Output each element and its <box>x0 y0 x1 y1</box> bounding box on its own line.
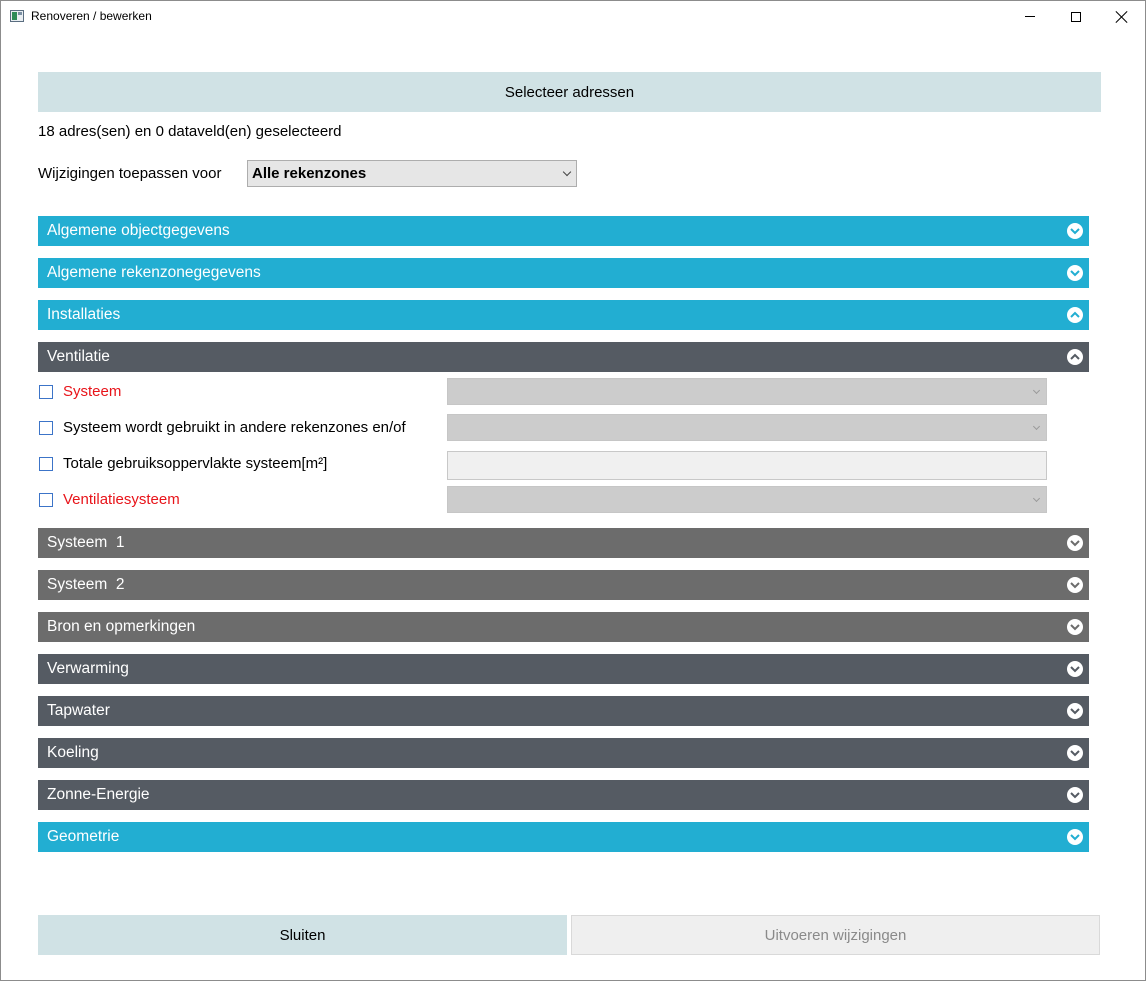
dialog-window: Renoveren / bewerken Selecteer adressen … <box>0 0 1146 981</box>
field-row-ventilatiesysteem: Ventilatiesysteem <box>38 486 1048 514</box>
section-algemene-objectgegevens[interactable]: Algemene objectgegevens <box>38 216 1089 246</box>
section-geometrie[interactable]: Geometrie <box>38 822 1089 852</box>
section-verwarming[interactable]: Verwarming <box>38 654 1089 684</box>
section-systeem-2[interactable]: Systeem 2 <box>38 570 1089 600</box>
chevron-down-icon[interactable] <box>1067 703 1083 719</box>
section-installaties[interactable]: Installaties <box>38 300 1089 330</box>
chevron-up-icon[interactable] <box>1067 349 1083 365</box>
chevron-down-icon <box>562 167 572 177</box>
field-row-gebruikt-andere: Systeem wordt gebruikt in andere rekenzo… <box>38 414 1048 442</box>
systeem-checkbox[interactable] <box>39 385 53 399</box>
section-label: Algemene objectgegevens <box>47 222 230 239</box>
close-window-button[interactable] <box>1099 1 1145 32</box>
apply-changes-button[interactable]: Uitvoeren wijzigingen <box>571 915 1100 955</box>
close-button[interactable]: Sluiten <box>38 915 567 955</box>
section-label: Ventilatie <box>47 348 110 365</box>
chevron-down-icon <box>1032 386 1041 395</box>
gebruiksoppervlakte-input[interactable] <box>447 451 1047 480</box>
section-tapwater[interactable]: Tapwater <box>38 696 1089 726</box>
section-label: Zonne-Energie <box>47 786 150 803</box>
ventilatiesysteem-select[interactable] <box>447 486 1047 513</box>
chevron-down-icon <box>1032 422 1041 431</box>
section-label: Bron en opmerkingen <box>47 618 196 635</box>
section-label: Geometrie <box>47 828 120 845</box>
section-ventilatie[interactable]: Ventilatie <box>38 342 1089 372</box>
section-label: Installaties <box>47 306 121 323</box>
maximize-button[interactable] <box>1053 1 1099 32</box>
minimize-icon <box>1025 16 1035 17</box>
selection-summary: 18 adres(sen) en 0 dataveld(en) geselect… <box>38 123 342 140</box>
section-algemene-rekenzonegegevens[interactable]: Algemene rekenzonegegevens <box>38 258 1089 288</box>
ventilatiesysteem-checkbox[interactable] <box>39 493 53 507</box>
maximize-icon <box>1071 11 1081 22</box>
section-label: Systeem 2 <box>47 576 125 593</box>
app-icon <box>10 10 24 22</box>
title-bar: Renoveren / bewerken <box>1 1 1145 32</box>
section-bron-en-opmerkingen[interactable]: Bron en opmerkingen <box>38 612 1089 642</box>
section-zonne-energie[interactable]: Zonne-Energie <box>38 780 1089 810</box>
apply-for-label: Wijzigingen toepassen voor <box>38 165 222 182</box>
chevron-down-icon[interactable] <box>1067 661 1083 677</box>
gebruikt-andere-checkbox[interactable] <box>39 421 53 435</box>
chevron-down-icon[interactable] <box>1067 619 1083 635</box>
section-label: Verwarming <box>47 660 129 677</box>
field-row-gebruiksoppervlakte: Totale gebruiksoppervlakte systeem[m²] <box>38 450 1048 480</box>
systeem-label: Systeem <box>63 383 122 400</box>
section-koeling[interactable]: Koeling <box>38 738 1089 768</box>
chevron-down-icon[interactable] <box>1067 535 1083 551</box>
chevron-down-icon[interactable] <box>1067 787 1083 803</box>
window-title: Renoveren / bewerken <box>31 9 152 23</box>
section-label: Systeem 1 <box>47 534 125 551</box>
chevron-down-icon[interactable] <box>1067 745 1083 761</box>
section-label: Algemene rekenzonegegevens <box>47 264 261 281</box>
gebruiksoppervlakte-label: Totale gebruiksoppervlakte systeem[m²] <box>63 455 328 472</box>
ventilatiesysteem-label: Ventilatiesysteem <box>63 491 180 508</box>
minimize-button[interactable] <box>1007 1 1053 32</box>
zone-select-value: Alle rekenzones <box>252 165 367 182</box>
select-addresses-button[interactable]: Selecteer adressen <box>38 72 1101 112</box>
chevron-up-icon[interactable] <box>1067 307 1083 323</box>
close-icon <box>1116 11 1128 23</box>
section-label: Tapwater <box>47 702 110 719</box>
field-row-systeem: Systeem <box>38 378 1048 406</box>
chevron-down-icon <box>1032 494 1041 503</box>
gebruiksoppervlakte-checkbox[interactable] <box>39 457 53 471</box>
systeem-select[interactable] <box>447 378 1047 405</box>
chevron-down-icon[interactable] <box>1067 265 1083 281</box>
section-label: Koeling <box>47 744 99 761</box>
gebruikt-andere-label: Systeem wordt gebruikt in andere rekenzo… <box>63 419 406 436</box>
section-systeem-1[interactable]: Systeem 1 <box>38 528 1089 558</box>
gebruikt-andere-select[interactable] <box>447 414 1047 441</box>
chevron-down-icon[interactable] <box>1067 829 1083 845</box>
chevron-down-icon[interactable] <box>1067 223 1083 239</box>
chevron-down-icon[interactable] <box>1067 577 1083 593</box>
zone-select[interactable]: Alle rekenzones <box>247 160 577 187</box>
